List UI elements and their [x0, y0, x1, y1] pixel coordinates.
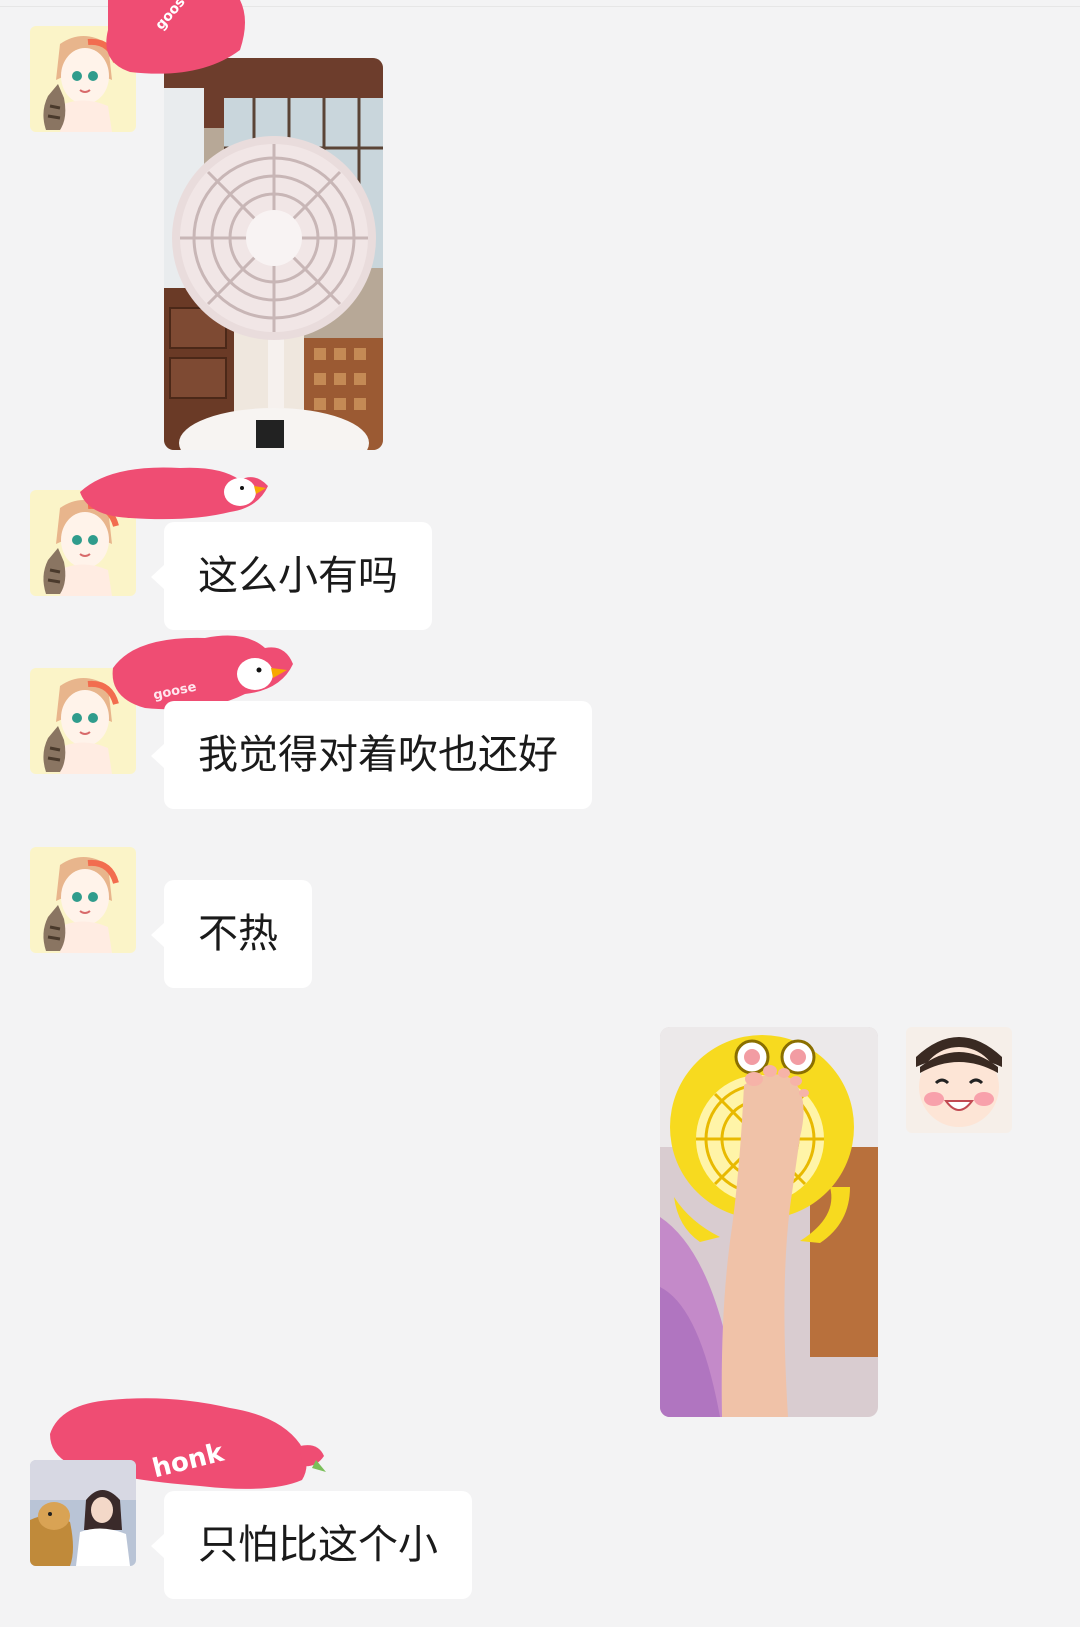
- white-pedestal-fan-photo[interactable]: [164, 58, 383, 450]
- goose-sticker: [70, 462, 270, 524]
- self-avatar[interactable]: [906, 1027, 1012, 1133]
- yellow-mini-fan-with-foot-photo[interactable]: [660, 1027, 878, 1417]
- message-bubble[interactable]: 不热: [151, 880, 312, 988]
- message-bubble[interactable]: 我觉得对着吹也还好: [151, 701, 592, 809]
- goose-sticker: goose: [90, 0, 250, 80]
- chat-screen: goose 这么小有吗 goose 我觉得对着吹也还好 不热 honk 只怕比这…: [0, 0, 1080, 1627]
- message-bubble[interactable]: 这么小有吗: [151, 522, 432, 630]
- message-bubble[interactable]: 只怕比这个小: [151, 1491, 472, 1599]
- contact-avatar[interactable]: [30, 847, 136, 953]
- contact-2-avatar[interactable]: [30, 1460, 136, 1566]
